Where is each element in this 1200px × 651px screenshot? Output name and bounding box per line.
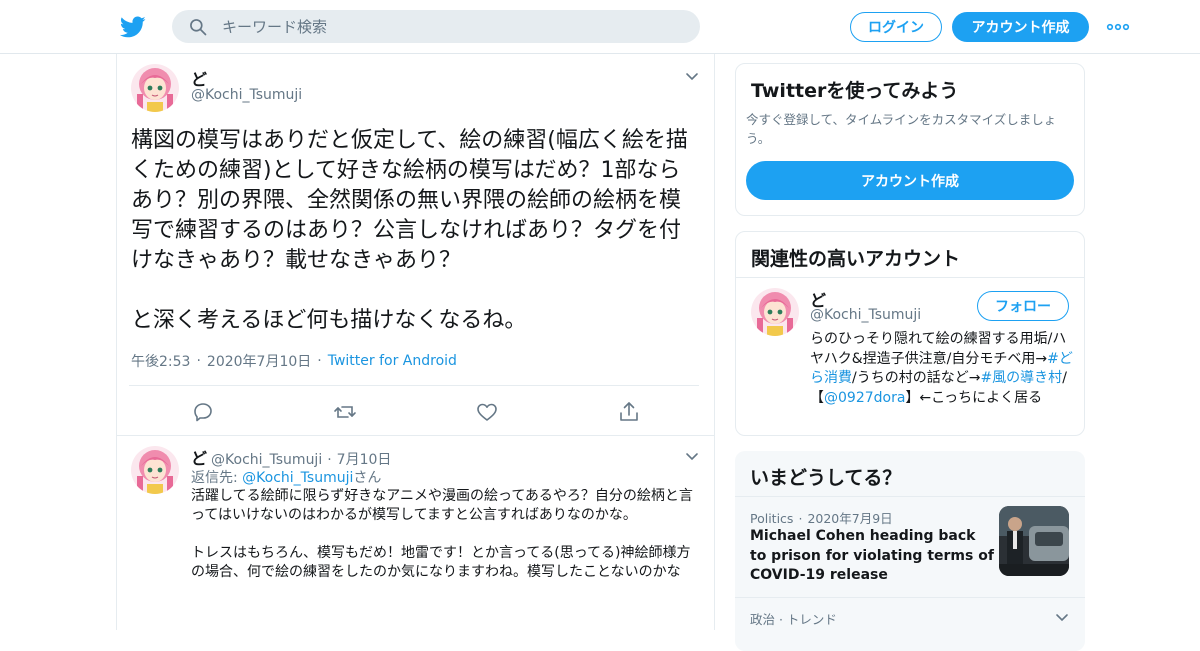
reply-author-name[interactable]: ど	[191, 445, 207, 469]
chevron-down-icon[interactable]	[684, 448, 700, 464]
avatar-image	[131, 446, 179, 494]
related-account-handle[interactable]: @Kochi_Tsumuji	[810, 307, 921, 323]
reply-header: ど @Kochi_Tsumuji · 7月10日	[191, 445, 391, 469]
share-icon[interactable]	[617, 400, 641, 424]
signup-card-description: 今すぐ登録して、タイムラインをカスタマイズしましょう。	[746, 112, 1057, 146]
news-photo	[999, 506, 1069, 576]
tweet-actions	[117, 396, 714, 428]
bio-text: らのひっそり隠れて絵の練習する用垢/ハヤハク&捏造子供注意/自分モチベ用→	[810, 331, 1067, 367]
reply-author-handle[interactable]: @Kochi_Tsumuji	[211, 452, 322, 468]
reply-icon[interactable]	[191, 400, 215, 424]
tweet-text: 構図の模写はありだと仮定して、絵の練習(幅広く絵を描くための練習)として好きな絵…	[131, 128, 688, 333]
signup-card-title: Twitterを使ってみよう	[751, 80, 959, 102]
separator-dot: ·	[196, 353, 201, 369]
reply-avatar[interactable]	[131, 446, 179, 494]
bio-text: /うちの村の話など→	[852, 370, 981, 386]
related-accounts-title: 関連性の高いアカウント	[751, 248, 961, 270]
divider	[735, 496, 1085, 497]
news-category: Politics	[750, 511, 794, 526]
replying-to-prefix: 返信先:	[191, 470, 243, 486]
replying-to-handle-link[interactable]: @Kochi_Tsumuji	[242, 470, 353, 486]
news-headline[interactable]: Michael Cohen heading back to prison for…	[750, 527, 995, 586]
chevron-down-icon[interactable]	[1054, 609, 1070, 625]
news-thumbnail[interactable]	[999, 506, 1069, 576]
signup-card: Twitterを使ってみよう 今すぐ登録して、タイムラインをカスタマイズしましょ…	[735, 63, 1085, 216]
separator-dot: ·	[327, 452, 332, 468]
divider	[735, 597, 1085, 598]
news-date: 2020年7月9日	[807, 511, 893, 526]
divider	[129, 385, 699, 386]
search-icon	[190, 18, 207, 35]
related-avatar[interactable]	[751, 288, 799, 336]
trends-title: いまどうしてる？	[750, 467, 902, 489]
bio-mention-link[interactable]: @0927dora	[824, 390, 905, 406]
timeline-column: ど @Kochi_Tsumuji 構図の模写はありだと仮定して、絵の練習(幅広く…	[116, 54, 715, 630]
like-heart-icon[interactable]	[475, 400, 499, 424]
divider	[117, 435, 714, 436]
reply-date[interactable]: 7月10日	[337, 449, 392, 469]
twitter-bird-icon[interactable]	[120, 14, 146, 40]
tweet-meta: 午後2:53 · 2020年7月10日 · Twitter for Androi…	[131, 351, 457, 371]
replying-to-suffix: さん	[353, 470, 382, 486]
related-accounts-card: 関連性の高いアカウント ど @Kochi_Tsumuji フォロー らのひっそり…	[735, 231, 1085, 436]
tweet-author-handle[interactable]: @Kochi_Tsumuji	[191, 87, 302, 103]
login-button[interactable]: ログイン	[850, 12, 942, 42]
trends-card: いまどうしてる？ Politics · 2020年7月9日 Michael Cohe…	[735, 451, 1085, 651]
bio-text: 】←こっちによく居る	[905, 389, 1043, 406]
search-bar[interactable]	[172, 10, 700, 43]
tweet-time[interactable]: 午後2:53	[131, 351, 190, 371]
chevron-down-icon[interactable]	[684, 68, 700, 84]
signup-button[interactable]: アカウント作成	[952, 12, 1089, 42]
related-account-bio: らのひっそり隠れて絵の練習する用垢/ハヤハク&捏造子供注意/自分モチベ用→#どら…	[810, 330, 1076, 408]
follow-button[interactable]: フォロー	[977, 291, 1069, 321]
news-meta: Politics · 2020年7月9日	[750, 508, 893, 527]
retweet-icon[interactable]	[333, 400, 357, 424]
reply-text: 活躍してる絵師に限らず好きなアニメや漫画の絵ってあるやろ？自分の絵柄と言ってはい…	[191, 488, 693, 580]
avatar[interactable]	[131, 64, 179, 112]
more-options-icon[interactable]	[1106, 18, 1130, 36]
tweet-source-link[interactable]: Twitter for Android	[328, 353, 457, 369]
search-input[interactable]	[222, 17, 662, 36]
tweet-date[interactable]: 2020年7月10日	[207, 351, 311, 371]
avatar-image	[131, 64, 179, 112]
bio-hashtag-link[interactable]: #風の導き村	[980, 370, 1062, 386]
avatar-image	[751, 288, 799, 336]
trend-category: 政治 · トレンド	[750, 612, 837, 627]
replying-to: 返信先: @Kochi_Tsumujiさん	[191, 467, 381, 487]
separator-dot: ·	[798, 511, 803, 526]
divider	[736, 277, 1084, 278]
top-bar: ログイン アカウント作成	[0, 0, 1200, 54]
signup-card-button[interactable]: アカウント作成	[746, 161, 1074, 200]
separator-dot: ·	[317, 353, 322, 369]
